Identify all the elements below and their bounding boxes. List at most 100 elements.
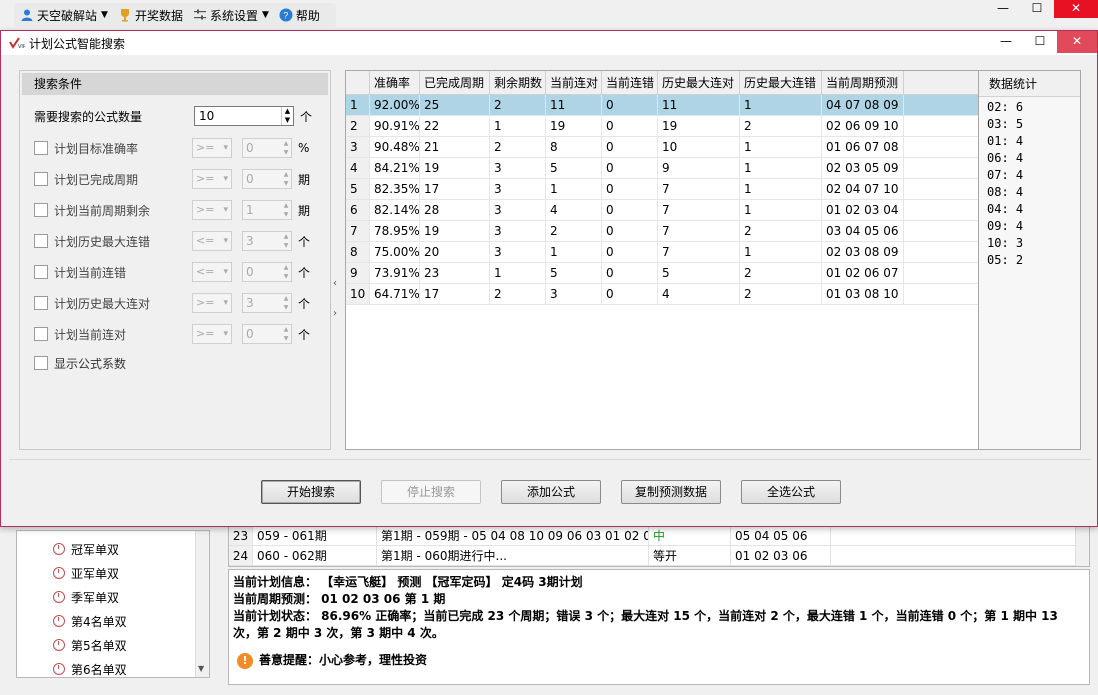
table-cell: 05 04 05 06 (731, 526, 831, 545)
condition-value-input[interactable]: 3 ▲ ▼ (242, 293, 292, 313)
warning-icon: ! (237, 652, 253, 669)
operator-select[interactable]: <= (192, 262, 232, 282)
panel-splitter[interactable]: ‹ › (333, 269, 341, 329)
list-item[interactable]: 季军单双 (17, 585, 209, 609)
column-header[interactable]: 已完成周期 (420, 71, 490, 94)
add-formula-button[interactable]: 添加公式 (501, 480, 601, 504)
table-row[interactable]: 4 84.21% 19 3 5 0 9 1 02 03 05 09 (346, 158, 978, 179)
result-grid[interactable]: 准确率 已完成周期 剩余期数 当前连对 当前连错 历史最大连对 历史最大连错 当前周期预测 1… (345, 70, 979, 450)
warning-line: ! 善意提醒：小心参考，理性投资 (233, 652, 1085, 669)
menu-item-1[interactable]: 开奖数据 (118, 7, 183, 24)
list-item[interactable]: 第5名单双 (17, 633, 209, 657)
condition-value: 3 (246, 296, 254, 310)
spin-arrows-icon[interactable]: ▲ ▼ (281, 139, 291, 157)
column-header[interactable]: 剩余期数 (490, 71, 546, 94)
select-all-formula-button[interactable]: 全选公式 (741, 480, 841, 504)
menu-item-3[interactable]: ? 帮助 (279, 7, 320, 24)
row-number: 9 (346, 263, 370, 283)
condition-checkbox[interactable] (34, 172, 48, 186)
operator-select[interactable]: >= (192, 138, 232, 158)
table-cell: 2 (740, 284, 822, 304)
table-row[interactable]: 8 75.00% 20 3 1 0 7 1 02 03 08 09 (346, 242, 978, 263)
condition-checkbox[interactable] (34, 234, 48, 248)
table-row[interactable]: 9 73.91% 23 1 5 0 5 2 01 02 06 07 (346, 263, 978, 284)
list-item[interactable]: 冠军单双 (17, 537, 209, 561)
table-row[interactable]: 6 82.14% 28 3 4 0 7 1 01 02 03 04 (346, 200, 978, 221)
grid-scrollbar[interactable] (1075, 526, 1089, 566)
maximize-button[interactable]: ☐ (1020, 0, 1054, 18)
condition-value-input[interactable]: 1 ▲ ▼ (242, 200, 292, 220)
formula-count-input[interactable]: 10 ▲ ▼ (194, 106, 294, 126)
condition-value: 3 (246, 234, 254, 248)
close-button[interactable]: ✕ (1054, 0, 1098, 18)
copy-prediction-button[interactable]: 复制预测数据 (621, 480, 721, 504)
table-cell: 3 (546, 284, 602, 304)
condition-value-input[interactable]: 0 ▲ ▼ (242, 138, 292, 158)
list-item[interactable]: 第4名单双 (17, 609, 209, 633)
table-row[interactable]: 7 78.95% 19 3 2 0 7 2 03 04 05 06 (346, 221, 978, 242)
row-number: 5 (346, 179, 370, 199)
table-cell: 28 (420, 200, 490, 220)
condition-checkbox[interactable] (34, 296, 48, 310)
condition-value: 0 (246, 141, 254, 155)
list-item[interactable]: 第6名单双 (17, 657, 209, 681)
condition-unit: % (298, 141, 310, 155)
table-cell: 78.95% (370, 221, 420, 241)
menu-item-0[interactable]: 天空破解站 ▼ (20, 7, 108, 24)
start-search-button[interactable]: 开始搜索 (261, 480, 361, 504)
spin-arrows-icon[interactable]: ▲ ▼ (281, 263, 291, 281)
plan-type-list[interactable]: 冠军单双 亚军单双 季军单双 第4名单双 第5名单双 第6名单双 ▼ (16, 530, 210, 678)
condition-checkbox[interactable] (34, 327, 48, 341)
spin-arrows-icon[interactable]: ▲ ▼ (281, 170, 291, 188)
column-header[interactable]: 当前连对 (546, 71, 602, 94)
dialog-minimize-button[interactable]: — (989, 31, 1023, 53)
condition-value-input[interactable]: 0 ▲ ▼ (242, 262, 292, 282)
table-row[interactable]: 2 90.91% 22 1 19 0 19 2 02 06 09 10 (346, 116, 978, 137)
column-header[interactable]: 当前周期预测 (822, 71, 904, 94)
operator-select[interactable]: >= (192, 293, 232, 313)
stop-search-button[interactable]: 停止搜索 (381, 480, 481, 504)
formula-count-row: 需要搜索的公式数量 10 ▲ ▼ 个 (34, 106, 312, 126)
table-cell: 02 06 09 10 (822, 116, 904, 136)
column-header[interactable]: 历史最大连错 (740, 71, 822, 94)
table-row[interactable]: 5 82.35% 17 3 1 0 7 1 02 04 07 10 (346, 179, 978, 200)
column-header[interactable]: 当前连错 (602, 71, 658, 94)
dialog-maximize-button[interactable]: ☐ (1023, 31, 1057, 53)
row-number: 6 (346, 200, 370, 220)
table-cell: 21 (420, 137, 490, 157)
show-coeff-checkbox[interactable] (34, 356, 48, 370)
clock-icon (53, 591, 65, 603)
table-cell: 17 (420, 284, 490, 304)
operator-select[interactable]: <= (192, 231, 232, 251)
spin-arrows-icon[interactable]: ▲ ▼ (281, 294, 291, 312)
minimize-button[interactable]: — (986, 0, 1020, 18)
spin-arrows-icon[interactable]: ▲ ▼ (281, 107, 293, 125)
dialog-close-button[interactable]: ✕ (1057, 31, 1097, 53)
operator-select[interactable]: >= (192, 324, 232, 344)
table-row[interactable]: 1 92.00% 25 2 11 0 11 1 04 07 08 09 (346, 95, 978, 116)
spin-arrows-icon[interactable]: ▲ ▼ (281, 325, 291, 343)
condition-value-input[interactable]: 3 ▲ ▼ (242, 231, 292, 251)
table-cell: 3 (490, 242, 546, 262)
spin-arrows-icon[interactable]: ▲ ▼ (281, 232, 291, 250)
condition-value-input[interactable]: 0 ▲ ▼ (242, 324, 292, 344)
condition-value-input[interactable]: 0 ▲ ▼ (242, 169, 292, 189)
column-header[interactable]: 准确率 (370, 71, 420, 94)
operator-select[interactable]: >= (192, 200, 232, 220)
condition-checkbox[interactable] (34, 265, 48, 279)
table-row[interactable]: 10 64.71% 17 2 3 0 4 2 01 03 08 10 (346, 284, 978, 305)
list-item[interactable]: 亚军单双 (17, 561, 209, 585)
column-header[interactable] (346, 71, 370, 94)
table-row[interactable]: 24 060 - 062期 第1期 - 060期进行中... 等开 01 02 03 0… (229, 546, 1089, 566)
menu-item-2[interactable]: 系统设置 ▼ (193, 7, 269, 24)
table-row[interactable]: 23 059 - 061期 第1期 - 059期 - 05 04 08 10 09 … (229, 526, 1089, 546)
table-cell: 17 (420, 179, 490, 199)
column-header[interactable]: 历史最大连对 (658, 71, 740, 94)
condition-checkbox[interactable] (34, 141, 48, 155)
condition-checkbox[interactable] (34, 203, 48, 217)
spin-arrows-icon[interactable]: ▲ ▼ (281, 201, 291, 219)
table-row[interactable]: 3 90.48% 21 2 8 0 10 1 01 06 07 08 (346, 137, 978, 158)
operator-select[interactable]: >= (192, 169, 232, 189)
show-coeff-row[interactable]: 显示公式系数 (34, 352, 192, 374)
list-scrollbar[interactable]: ▼ (195, 531, 209, 677)
